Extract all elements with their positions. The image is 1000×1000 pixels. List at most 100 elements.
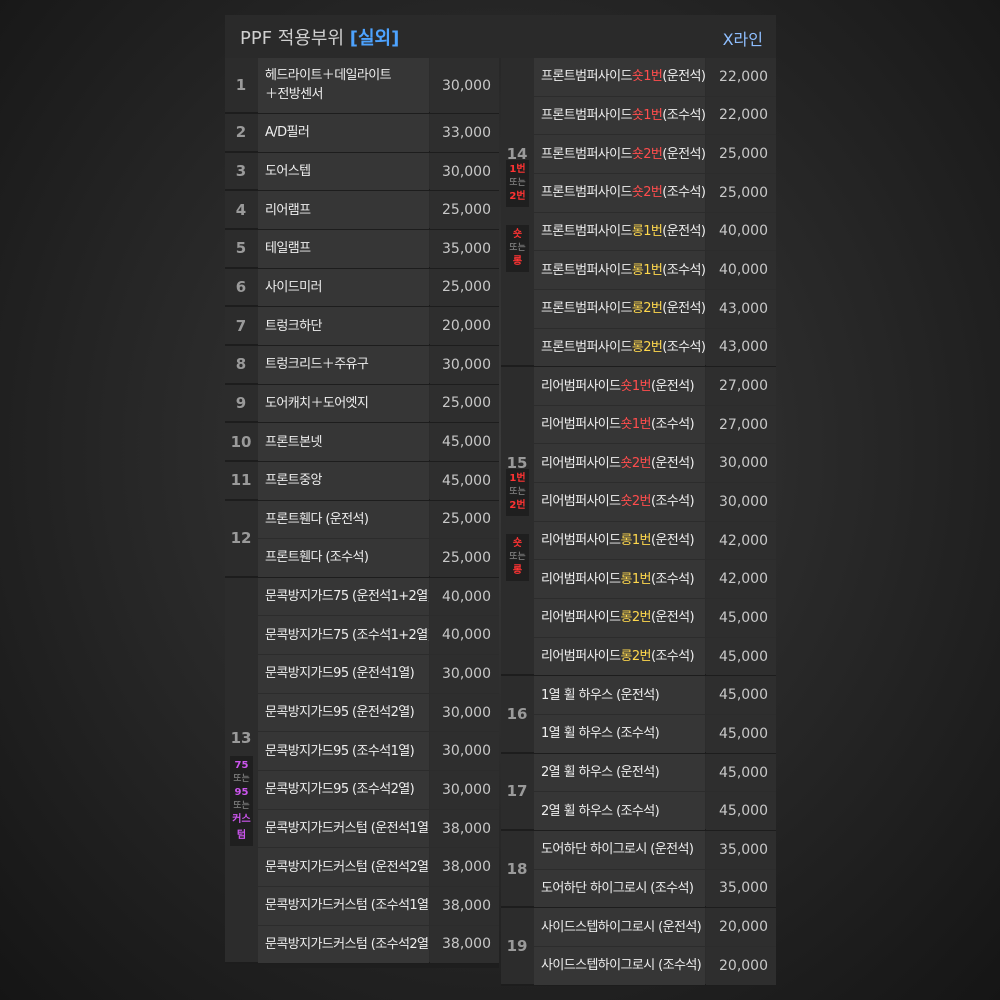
item-seat-text: (조수석) [650, 494, 695, 510]
item-price: 25,000 [706, 173, 776, 212]
price-row: 리어범퍼사이드 롱2번 (운전석) 45,000 [533, 599, 776, 638]
price-row: 리어범퍼사이드 숏1번 (운전석) 27,000 [533, 367, 776, 406]
item-name-text: 리어범퍼사이드 [541, 378, 621, 394]
item-option-highlight: 숏1번 [620, 378, 652, 394]
item-name: 프론트범퍼사이드 숏2번 (운전석) [534, 135, 705, 173]
price-row: 프론트범퍼사이드 숏1번 (조수석) 22,000 [533, 96, 776, 136]
price-group: 17 2열 휠 하우스 (운전석) 45,000 2열 휠 하우스 (조수석) 45,0… [501, 753, 776, 831]
item-name: 프론트휀다 (운전석) [258, 500, 429, 539]
item-name-text: 프론트범퍼사이드 [541, 339, 632, 355]
item-name: 2열 휠 하우스 (조수석) [534, 792, 705, 830]
item-price: 40,000 [706, 212, 776, 251]
panel-header: PPF 적용부위 [실외] X라인 [225, 15, 776, 58]
price-row: 프론트중앙 45,000 [257, 461, 499, 501]
item-price: 30,000 [706, 444, 776, 483]
item-option-highlight: 숏2번 [620, 455, 652, 471]
left-column: 1 헤드라이트＋데일라이트 ＋전방센서 30,000 2 A/D필러 33,000 3 도어스텝… [225, 58, 499, 968]
price-row: 문콕방지가드95 (운전석2열) 30,000 [257, 693, 499, 733]
ppf-price-panel: PPF 적용부위 [실외] X라인 1 헤드라이트＋데일라이트 ＋전방센서 30,00… [225, 15, 776, 986]
item-name: 도어스텝 [258, 152, 429, 191]
price-row: 리어범퍼사이드 숏2번 (조수석) 30,000 [533, 483, 776, 522]
item-name: 프론트본넷 [258, 423, 429, 461]
group-number: 18 [506, 859, 528, 878]
item-name: 2열 휠 하우스 (운전석) [534, 753, 705, 792]
price-row: 사이드스텝하이그로시 (조수석) 20,000 [533, 946, 776, 986]
right-column: 14 1번 또는 2번 숏 또는 롱 프론트범퍼사이드 숏1번 (운전석) 22,000 프론트범퍼사… [501, 58, 776, 986]
group-number: 4 [235, 200, 247, 219]
badge-option-text: 2번 [509, 191, 526, 203]
item-seat-text: (조수석) [650, 649, 695, 665]
item-price: 45,000 [706, 637, 776, 676]
item-price: 45,000 [706, 792, 776, 830]
item-price: 20,000 [430, 307, 499, 345]
item-option-highlight: 숏1번 [631, 107, 663, 123]
item-name: 프론트범퍼사이드 숏2번 (조수석) [534, 173, 705, 212]
item-name-text: 사이드스텝하이그로시 (운전석) [541, 919, 702, 935]
item-name: 프론트범퍼사이드 롱2번 (운전석) [534, 289, 705, 328]
item-seat-text: (운전석) [662, 146, 705, 162]
item-price: 42,000 [706, 560, 776, 599]
price-row: 2열 휠 하우스 (조수석) 45,000 [533, 792, 776, 831]
price-row: 헤드라이트＋데일라이트 ＋전방센서 30,000 [257, 58, 499, 114]
item-price: 38,000 [430, 925, 499, 964]
badge-option-text: 숏 [512, 228, 523, 240]
item-price: 43,000 [706, 328, 776, 367]
badge-or-text: 또는 [509, 487, 526, 498]
item-name: 사이드스텝하이그로시 (운전석) [534, 908, 705, 946]
price-row: 프론트범퍼사이드 롱1번 (조수석) 40,000 [533, 251, 776, 290]
item-name-text: 프론트범퍼사이드 [541, 69, 632, 85]
item-price: 30,000 [430, 693, 499, 732]
item-name: 문콕방지가드95 (운전석2열) [258, 693, 429, 732]
price-row: A/D필러 33,000 [257, 114, 499, 153]
item-seat-text: (운전석) [650, 610, 695, 626]
price-group: 12 프론트휀다 (운전석) 25,000 프론트휀다 (조수석) 25,000 [225, 500, 499, 578]
item-name: 프론트범퍼사이드 롱2번 (조수석) [534, 328, 705, 367]
item-name: 문콕방지가드95 (조수석2열) [258, 771, 429, 809]
price-group: 10 프론트본넷 45,000 [225, 423, 499, 462]
price-row: 프론트범퍼사이드 숏2번 (조수석) 25,000 [533, 173, 776, 213]
item-option-highlight: 롱1번 [620, 533, 652, 549]
item-name-text: 1열 휠 하우스 (조수석) [541, 726, 660, 742]
item-option-highlight: 숏2번 [631, 185, 663, 201]
price-row: 문콕방지가드75 (운전석1+2열) 40,000 [257, 577, 499, 617]
item-price: 35,000 [430, 229, 499, 268]
item-name: 프론트범퍼사이드 숏1번 (운전석) [534, 58, 705, 96]
price-row: 문콕방지가드75 (조수석1+2열) 40,000 [257, 616, 499, 655]
item-name: 프론트중앙 [258, 461, 429, 500]
item-name: 1열 휠 하우스 (운전석) [534, 676, 705, 715]
item-name-text: 리어범퍼사이드 [541, 649, 621, 665]
group-number: 3 [235, 162, 247, 180]
item-name: 리어범퍼사이드 숏1번 (운전석) [534, 367, 705, 405]
price-row: 1열 휠 하우스 (운전석) 45,000 [533, 676, 776, 715]
item-price: 43,000 [706, 289, 776, 328]
badge-or-text: 또는 [233, 800, 250, 811]
price-group: 15 1번 또는 2번 숏 또는 롱 리어범퍼사이드 숏1번 (운전석) 27,000 리어범퍼사이드… [501, 367, 776, 677]
price-row: 문콕방지가드95 (조수석1열) 30,000 [257, 732, 499, 771]
price-group: 1 헤드라이트＋데일라이트 ＋전방센서 30,000 [225, 58, 499, 115]
price-row: 프론트본넷 45,000 [257, 423, 499, 462]
item-name: 리어범퍼사이드 숏1번 (조수석) [534, 405, 705, 444]
item-seat-text: (조수석) [650, 417, 695, 433]
price-group: 2 A/D필러 33,000 [225, 114, 499, 153]
option-badge: 숏 또는 롱 [506, 534, 529, 582]
price-group: 6 사이드미러 25,000 [225, 268, 499, 308]
item-price: 35,000 [706, 869, 776, 908]
item-option-highlight: 숏1번 [631, 69, 663, 85]
price-row: 문콕방지가드커스텀 (운전석1열) 38,000 [257, 809, 499, 849]
badge-option-text: 75 [234, 759, 249, 771]
group-number: 17 [506, 782, 528, 801]
price-row: 리어범퍼사이드 숏1번 (조수석) 27,000 [533, 405, 776, 445]
item-name-text: 도어하단 하이그로시 (운전석) [541, 842, 694, 858]
badge-or-text: 또는 [509, 178, 526, 189]
item-name: 리어범퍼사이드 롱1번 (운전석) [534, 521, 705, 560]
item-price: 45,000 [706, 715, 776, 753]
item-price: 45,000 [706, 599, 776, 637]
item-name: 문콕방지가드95 (운전석1열) [258, 655, 429, 693]
item-seat-text: (운전석) [650, 378, 695, 394]
option-badge: 숏 또는 롱 [506, 224, 529, 272]
item-price: 25,000 [430, 268, 499, 307]
item-name: 트렁크하단 [258, 307, 429, 345]
item-option-highlight: 숏2번 [631, 146, 663, 162]
item-price: 38,000 [430, 848, 499, 887]
item-price: 20,000 [706, 908, 776, 946]
